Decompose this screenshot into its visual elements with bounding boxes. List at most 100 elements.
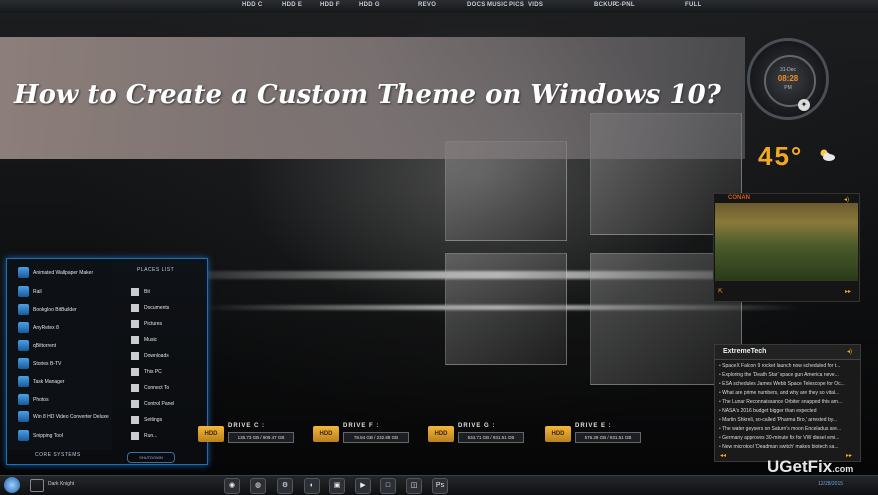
- news-item[interactable]: New microtool 'Deadman switch' makes bio…: [719, 444, 858, 452]
- photoshop-icon[interactable]: Ps: [432, 478, 448, 494]
- user-avatar-icon[interactable]: [30, 479, 44, 492]
- program-item[interactable]: Win 8 HD Video Converter Deluxe: [18, 411, 113, 425]
- launcher-backup[interactable]: BCKUP: [594, 2, 617, 8]
- external-link-icon[interactable]: ⇱: [718, 288, 723, 295]
- place-label: Settings: [144, 417, 163, 423]
- app-icon: [18, 340, 29, 352]
- drive-label: DRIVE G :: [458, 423, 496, 429]
- news-item[interactable]: The Lunar Reconnaissance Orbiter snapped…: [719, 399, 858, 407]
- program-item[interactable]: Animated Wallpaper Maker: [18, 266, 113, 280]
- prev-icon[interactable]: ◂◂: [720, 452, 726, 459]
- drive-e-meter[interactable]: HDD DRIVE E : 576.28 GB / 931.51 GB: [545, 420, 645, 452]
- news-item[interactable]: Exploring the 'Death Star' space gun Ame…: [719, 372, 858, 380]
- news-item[interactable]: The water geysers on Saturn's moon Encel…: [719, 426, 858, 434]
- launcher-docs[interactable]: DOCS: [467, 2, 486, 8]
- news-item[interactable]: NASA's 2016 budget bigger than expected: [719, 408, 858, 416]
- taskbar: Dark Knight ◉ ◍ ⚙ ◐ ▣ ▶ □ ◫ Ps 12/28/201…: [0, 475, 878, 495]
- news-item[interactable]: Germany approves 30-minute fix for VW di…: [719, 435, 858, 443]
- app-icon: [18, 322, 29, 334]
- news-item[interactable]: ESA schedules James Webb Space Telescope…: [719, 381, 858, 389]
- place-item[interactable]: Documents: [131, 302, 207, 314]
- place-item[interactable]: Pictures: [131, 318, 207, 330]
- drive-c-meter[interactable]: HDD DRIVE C : 136.73 GB / 909.47 GB: [198, 420, 298, 452]
- documents-icon: [131, 303, 139, 312]
- media-artwork[interactable]: [715, 203, 858, 281]
- program-item[interactable]: Rail: [18, 285, 113, 299]
- program-item[interactable]: Photos: [18, 393, 113, 407]
- program-label: Rail: [33, 289, 42, 295]
- clock-time: 08:28: [777, 74, 799, 83]
- pictures-icon: [131, 319, 139, 328]
- launcher-music[interactable]: MUSIC: [487, 2, 508, 8]
- place-label: Pictures: [144, 321, 163, 327]
- hdd-icon: HDD: [545, 426, 571, 442]
- place-label: Run...: [144, 433, 158, 439]
- place-item[interactable]: Settings: [131, 414, 207, 426]
- launcher-vids[interactable]: VIDS: [528, 2, 543, 8]
- launcher-pics[interactable]: PICS: [509, 2, 524, 8]
- launcher-revo[interactable]: REVO: [418, 2, 436, 8]
- chrome-icon[interactable]: ◉: [224, 478, 240, 494]
- news-item[interactable]: What are prime numbers, and why are they…: [719, 390, 858, 398]
- drive-label: DRIVE C :: [228, 423, 266, 429]
- place-item[interactable]: Run...: [131, 430, 207, 442]
- place-label: Bit: [144, 289, 150, 295]
- firefox-icon[interactable]: ◍: [250, 478, 266, 494]
- place-item[interactable]: Downloads: [131, 350, 207, 362]
- place-item[interactable]: This PC: [131, 366, 207, 378]
- drive-f-meter[interactable]: HDD DRIVE F : 78.84 GB / 232.88 GB: [313, 420, 413, 452]
- program-label: Bookgloo BitBuilder: [33, 307, 77, 313]
- next-icon[interactable]: ▸▸: [845, 288, 851, 295]
- launcher-full[interactable]: FULL: [685, 2, 702, 8]
- media-title: CONAN: [728, 195, 750, 201]
- start-menu-programs: Animated Wallpaper Maker Rail Bookgloo B…: [8, 260, 112, 450]
- program-label: Snipping Tool: [33, 433, 63, 439]
- weather-temperature: 45°: [758, 141, 804, 171]
- launcher-hdd-g[interactable]: HDD G: [359, 2, 380, 8]
- drive-usage: 534.71 GB / 931.51 GB: [458, 432, 524, 443]
- program-item[interactable]: Task Manager: [18, 375, 113, 389]
- ugetfix-logo: UGetFix.com: [767, 457, 853, 477]
- news-item[interactable]: SpaceX Falcon 9 rocket launch now schedu…: [719, 363, 858, 371]
- taskbar-date: 12/28/2015: [818, 481, 844, 487]
- media-widget: CONAN ⇱ ▸▸ ◂): [713, 193, 860, 302]
- run-icon: [131, 431, 139, 440]
- place-label: Connect To: [144, 385, 170, 391]
- volume-icon[interactable]: ◂): [847, 348, 852, 355]
- program-item[interactable]: Snipping Tool: [18, 429, 113, 443]
- drive-label: DRIVE E :: [575, 423, 612, 429]
- music-icon: [131, 335, 139, 344]
- launcher-hdd-c[interactable]: HDD C: [242, 2, 263, 8]
- program-item[interactable]: qBittorrent: [18, 339, 113, 353]
- shutdown-button[interactable]: SHUTDOWN: [127, 452, 175, 463]
- clock-ampm: PM: [784, 85, 792, 91]
- logo-brand: UGetFix: [767, 457, 833, 476]
- place-item[interactable]: Bit: [131, 286, 207, 298]
- app-icon: [18, 411, 29, 422]
- volume-icon[interactable]: ◂): [844, 196, 849, 203]
- steam-icon[interactable]: ◐: [304, 478, 320, 494]
- place-item[interactable]: Control Panel: [131, 398, 207, 410]
- core-systems-header: CORE SYSTEMS: [35, 452, 81, 458]
- launcher-hdd-f[interactable]: HDD F: [320, 2, 340, 8]
- program-item[interactable]: Stories B-TV: [18, 357, 113, 371]
- program-label: Win 8 HD Video Converter Deluxe: [33, 413, 109, 420]
- app-icon[interactable]: ▣: [329, 478, 345, 494]
- place-item[interactable]: Connect To: [131, 382, 207, 394]
- news-widget: ExtremeTech ◂) SpaceX Falcon 9 rocket la…: [714, 344, 861, 462]
- app-icon[interactable]: □: [380, 478, 396, 494]
- launcher-control-panel[interactable]: C-PNL: [615, 2, 635, 8]
- downloads-icon: [131, 351, 139, 360]
- settings-icon[interactable]: ⚙: [277, 478, 293, 494]
- program-item[interactable]: AnyRetex 8: [18, 321, 113, 335]
- clock-settings-icon[interactable]: ✦: [798, 99, 810, 111]
- place-item[interactable]: Music: [131, 334, 207, 346]
- news-item[interactable]: Martin Shkreli, so-called 'Pharma Bro,' …: [719, 417, 858, 425]
- media-player-icon[interactable]: ▶: [355, 478, 371, 494]
- drive-g-meter[interactable]: HDD DRIVE G : 534.71 GB / 931.51 GB: [428, 420, 528, 452]
- start-button[interactable]: [4, 477, 20, 493]
- launcher-hdd-e[interactable]: HDD E: [282, 2, 302, 8]
- app-icon: [18, 430, 29, 442]
- app-icon[interactable]: ◫: [406, 478, 422, 494]
- program-item[interactable]: Bookgloo BitBuilder: [18, 303, 113, 317]
